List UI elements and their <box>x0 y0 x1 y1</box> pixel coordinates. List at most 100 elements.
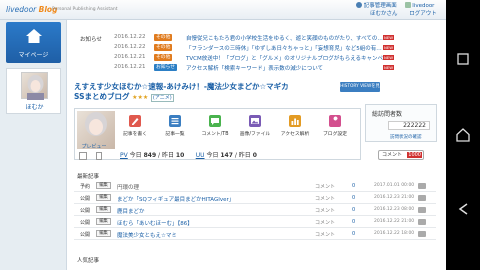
tool-label: 記事を書く <box>123 132 147 137</box>
tool-label: 記事一覧 <box>165 132 185 137</box>
article-status: 公開 <box>80 232 91 238</box>
edit-button[interactable]: 編集 <box>96 206 111 213</box>
tool-access-analysis[interactable]: アクセス解析 <box>277 113 313 145</box>
news-item[interactable]: 2016.12.21 その他 TVCM放送中！「ブログ」と「グルメ」のオリジナル… <box>74 53 434 63</box>
user-card[interactable]: ほむか <box>6 68 61 114</box>
article-date: 2016.12.22 21:00 <box>374 219 415 224</box>
tool-article-list[interactable]: 記事一覧 <box>157 113 193 145</box>
news-item[interactable]: 2016.12.22 その他 「フランダースの三時休」「ゆずしあ日々ちゃっと」「… <box>74 43 434 53</box>
edit-button[interactable]: 編集 <box>96 230 111 237</box>
tool-images-files[interactable]: 画像/ファイル <box>237 113 273 145</box>
livedoor-blog-logo[interactable]: livedoor Blog <box>6 5 57 14</box>
smartphone-view-icon[interactable] <box>96 152 102 160</box>
article-title[interactable]: ほむら「あいむほーむ」【86】 <box>117 219 193 227</box>
blog-title-line2[interactable]: SSまとめブログ <box>74 92 129 101</box>
tool-label: アクセス解析 <box>280 132 310 137</box>
news-link[interactable]: アクセス解析「検索キーワード」表示数の減少について <box>186 64 323 72</box>
article-menu-icon[interactable] <box>418 195 426 201</box>
edit-button[interactable]: 編集 <box>96 218 111 225</box>
article-status: 公開 <box>80 220 91 226</box>
pv-today: 849 <box>143 152 157 159</box>
article-title[interactable]: まどか「SQフィギュア最目まどかHITAGIver」 <box>117 195 234 203</box>
uu-yesterday-label: / 昨日 <box>234 152 251 159</box>
tool-write-article[interactable]: 記事を書く <box>117 113 153 145</box>
news-category: お知らせ <box>154 64 178 71</box>
home-icon <box>26 29 42 43</box>
new-badge: NEW <box>383 65 394 70</box>
pv-yesterday: 10 <box>175 152 185 159</box>
recent-articles-list: 予約 編集 円環の理 コメント 0 2017.01.01 00:00 公開 編集… <box>74 180 436 240</box>
tool-blog-settings[interactable]: ブログ設定 <box>317 113 353 145</box>
new-badge: NEW <box>383 55 394 60</box>
mypage-button[interactable]: マイページ <box>6 22 61 63</box>
news-section: お知らせ 2016.12.22 その他 自慢従兄こもたろ君の小学校生活をゆるく、… <box>74 33 434 73</box>
news-link[interactable]: TVCM放送中！「ブログ」と「グルメ」のオリジナルブログがもらえるキャンペ… <box>186 54 389 62</box>
android-nav-bar <box>446 0 480 270</box>
article-status: 公開 <box>80 208 91 214</box>
comment-label: コメント <box>315 208 336 214</box>
pc-view-icon[interactable] <box>79 152 87 160</box>
comment-count[interactable]: 0 <box>352 183 355 189</box>
visitor-status-link[interactable]: 訪問状況の確認 <box>390 134 422 140</box>
comment-count-button[interactable]: コメント 1000 <box>378 150 424 160</box>
pv-link[interactable]: PV <box>120 152 128 159</box>
tagline: Personal Publishing Assistant <box>52 7 118 12</box>
livedoor-link[interactable]: livedoor <box>412 3 434 9</box>
avatar <box>21 72 48 100</box>
comment-label: コメント <box>382 152 403 158</box>
news-category: その他 <box>154 44 173 51</box>
genre-tag[interactable]: (アニメ) <box>150 94 174 102</box>
visitor-title: 総訪問者数 <box>372 111 403 118</box>
news-link[interactable]: 「フランダースの三時休」「ゆずしあ日々ちゃっと」「妄想育児」など5組の有… <box>186 44 382 52</box>
history-view-button[interactable]: HISTORY VIEWを見る <box>340 82 380 99</box>
article-menu-icon[interactable] <box>418 219 426 225</box>
recent-apps-icon[interactable] <box>454 50 472 68</box>
article-menu-icon[interactable] <box>418 183 426 189</box>
logout-link[interactable]: ログアウト <box>409 11 437 17</box>
news-date: 2016.12.21 <box>114 64 146 70</box>
news-item[interactable]: 2016.12.22 その他 自慢従兄こもたろ君の小学校生活をゆるく、遊と笑顔の… <box>74 33 434 43</box>
article-status: 予約 <box>80 184 91 190</box>
comment-count[interactable]: 0 <box>352 219 355 225</box>
edit-button[interactable]: 編集 <box>96 182 111 189</box>
new-badge: NEW <box>383 45 394 50</box>
sidebar: マイページ ほむか <box>0 20 67 270</box>
blog-title-line1[interactable]: えすえす少女ほむか☆速報-あけみけ！-魔法少女まどか☆マギカ <box>74 82 358 92</box>
comment-count[interactable]: 0 <box>352 231 355 237</box>
article-menu-icon[interactable] <box>418 207 426 213</box>
news-link[interactable]: 自慢従兄こもたろ君の小学校生活をゆるく、遊と笑顔のものがたり、すべての… <box>186 34 383 42</box>
wrench-icon <box>329 115 341 127</box>
list-icon <box>169 115 181 127</box>
article-row: 公開 編集 まどか「SQフィギュア最目まどかHITAGIver」 コメント 0 … <box>74 192 436 204</box>
blog-title[interactable]: えすえす少女ほむか☆速報-あけみけ！-魔法少女まどか☆マギカ SSまとめブログ … <box>74 82 358 106</box>
back-icon[interactable] <box>454 200 472 218</box>
livedoor-icon <box>404 2 411 8</box>
pv-yesterday-label: / 昨日 <box>158 152 174 159</box>
tool-label: ブログ設定 <box>323 132 347 137</box>
sidebar-username[interactable]: ほむか <box>7 102 62 111</box>
comment-count[interactable]: 0 <box>352 207 355 213</box>
comment-label: コメント <box>315 184 336 190</box>
pencil-icon <box>129 115 141 127</box>
tool-comments[interactable]: コメント/TB <box>197 113 233 145</box>
comment-count[interactable]: 0 <box>352 195 355 201</box>
recent-articles-label: 最新記事 <box>77 174 100 180</box>
bar-chart-icon <box>289 115 301 127</box>
visitor-count: 222222 <box>388 121 430 130</box>
home-icon[interactable] <box>454 126 472 144</box>
article-title[interactable]: 鹿目まどか <box>117 207 145 215</box>
admin-link[interactable]: 記事管理画面 <box>364 3 397 9</box>
article-row: 公開 編集 魔法美少女ともえ☆マミ コメント 0 2016.12.22 18:0… <box>74 228 436 240</box>
article-menu-icon[interactable] <box>418 231 426 237</box>
article-title[interactable]: 円環の理 <box>117 183 139 191</box>
comment-count-badge: 1000 <box>407 152 422 158</box>
username-header[interactable]: ほむかさん <box>370 11 398 17</box>
article-row: 予約 編集 円環の理 コメント 0 2017.01.01 00:00 <box>74 180 436 192</box>
edit-button[interactable]: 編集 <box>96 194 111 201</box>
uu-link[interactable]: UU <box>196 152 205 159</box>
article-title[interactable]: 魔法美少女ともえ☆マミ <box>117 231 177 239</box>
comment-label: コメント <box>315 220 336 226</box>
comment-label: コメント <box>315 232 336 238</box>
news-item[interactable]: 2016.12.21 お知らせ アクセス解析「検索キーワード」表示数の減少につい… <box>74 63 434 73</box>
preview-link[interactable]: プレビュー <box>78 143 110 150</box>
